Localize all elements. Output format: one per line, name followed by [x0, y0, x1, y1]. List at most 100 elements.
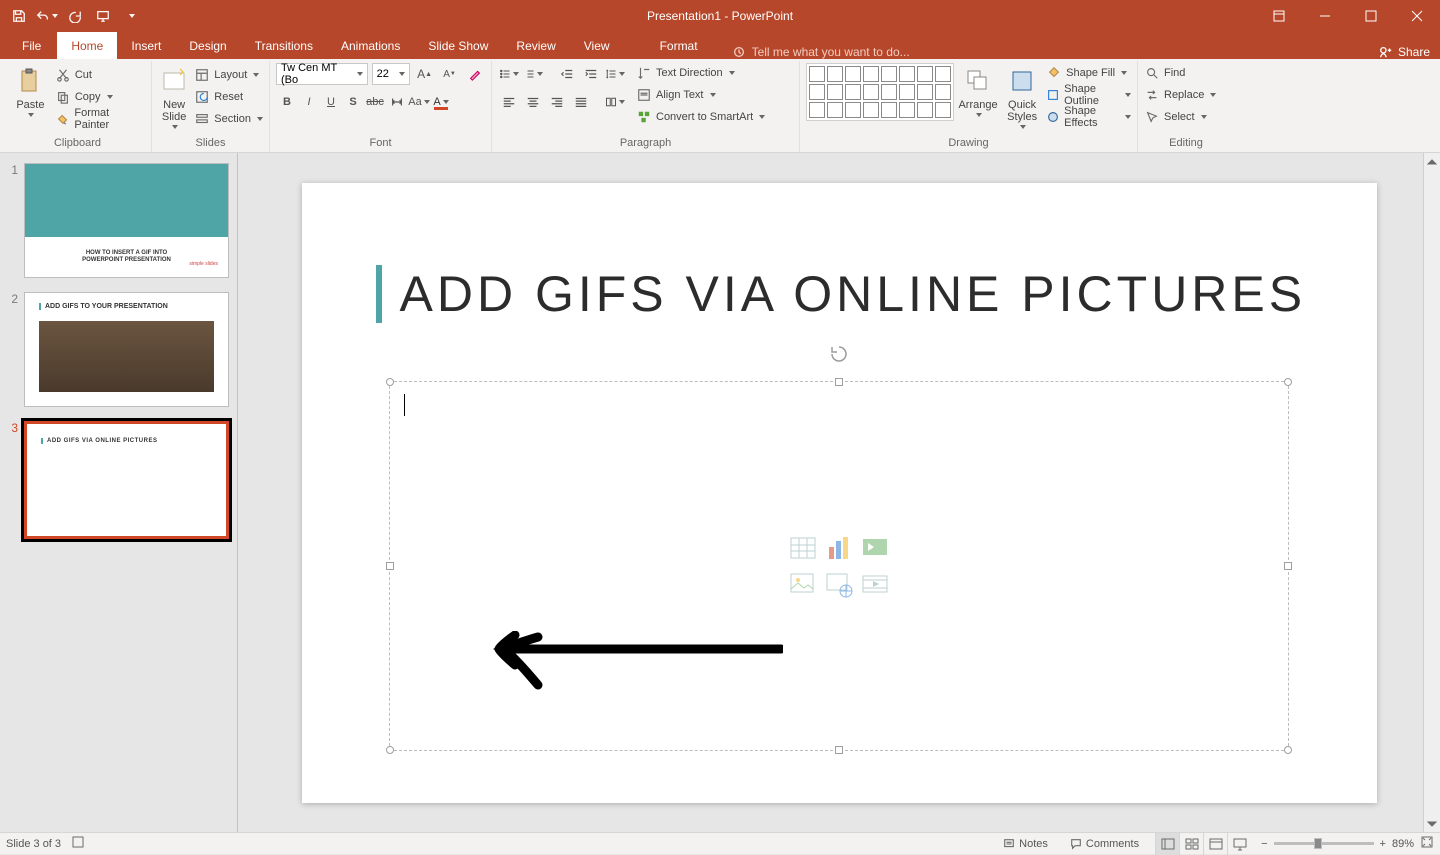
reading-view-button[interactable]: [1203, 833, 1227, 855]
insert-chart-icon[interactable]: [824, 533, 854, 563]
scroll-up-button[interactable]: [1424, 153, 1440, 170]
minimize-button[interactable]: [1302, 0, 1348, 32]
spell-check-icon[interactable]: [71, 835, 85, 852]
format-painter-button[interactable]: Format Painter: [55, 109, 145, 129]
resize-handle-s[interactable]: [835, 746, 843, 754]
resize-handle-nw[interactable]: [386, 378, 394, 386]
insert-table-icon[interactable]: [788, 533, 818, 563]
new-slide-button[interactable]: New Slide: [158, 63, 190, 129]
layout-button[interactable]: Layout: [194, 65, 263, 85]
resize-handle-ne[interactable]: [1284, 378, 1292, 386]
tab-design[interactable]: Design: [175, 32, 240, 59]
shadow-button[interactable]: S: [342, 91, 364, 113]
section-button[interactable]: Section: [194, 109, 263, 129]
numbering-button[interactable]: [522, 63, 544, 85]
tab-view[interactable]: View: [570, 32, 624, 59]
start-from-beginning-button[interactable]: [90, 3, 116, 29]
change-case-button[interactable]: Aa: [408, 91, 430, 113]
slide-editor[interactable]: ADD GIFS VIA ONLINE PICTURES: [238, 153, 1440, 832]
select-button[interactable]: Select: [1144, 107, 1216, 127]
find-button[interactable]: Find: [1144, 63, 1216, 83]
clear-formatting-button[interactable]: [464, 63, 485, 85]
bullets-button[interactable]: [498, 63, 520, 85]
increase-indent-button[interactable]: [580, 63, 602, 85]
replace-button[interactable]: Replace: [1144, 85, 1216, 105]
line-spacing-button[interactable]: [604, 63, 626, 85]
tab-format[interactable]: Format: [646, 32, 712, 59]
rotation-handle[interactable]: [829, 344, 849, 369]
shapes-gallery[interactable]: [806, 63, 954, 121]
slide-position[interactable]: Slide 3 of 3: [6, 838, 61, 850]
tab-transitions[interactable]: Transitions: [241, 32, 327, 59]
zoom-out-button[interactable]: −: [1261, 838, 1267, 850]
italic-button[interactable]: I: [298, 91, 320, 113]
convert-to-smartart-button[interactable]: Convert to SmartArt: [636, 107, 765, 127]
arrange-button[interactable]: Arrange: [958, 63, 998, 117]
copy-button[interactable]: Copy: [55, 87, 145, 107]
resize-handle-e[interactable]: [1284, 562, 1292, 570]
tab-insert[interactable]: Insert: [117, 32, 175, 59]
comments-button[interactable]: Comments: [1064, 838, 1145, 850]
vertical-scrollbar[interactable]: [1423, 153, 1440, 832]
tab-review[interactable]: Review: [502, 32, 569, 59]
qat-customize-button[interactable]: [118, 3, 144, 29]
align-center-button[interactable]: [522, 91, 544, 113]
zoom-percent[interactable]: 89%: [1392, 838, 1414, 850]
shape-effects-button[interactable]: Shape Effects: [1046, 107, 1131, 127]
slide-thumbnails-pane[interactable]: 1 HOW TO INSERT A GIF INTOPOWERPOINT PRE…: [0, 153, 238, 832]
quick-styles-button[interactable]: Quick Styles: [1002, 63, 1042, 129]
thumbnail-1[interactable]: 1 HOW TO INSERT A GIF INTOPOWERPOINT PRE…: [8, 163, 229, 278]
resize-handle-n[interactable]: [835, 378, 843, 386]
tab-file[interactable]: File: [6, 32, 57, 59]
slide-sorter-view-button[interactable]: [1179, 833, 1203, 855]
decrease-font-size-button[interactable]: A▼: [439, 63, 460, 85]
tab-home[interactable]: Home: [57, 32, 117, 59]
align-text-button[interactable]: Align Text: [636, 85, 765, 105]
reset-button[interactable]: Reset: [194, 87, 263, 107]
share-button[interactable]: Share: [1379, 45, 1430, 59]
paste-button[interactable]: Paste: [10, 63, 51, 117]
thumbnail-2[interactable]: 2 ADD GIFS TO YOUR PRESENTATION: [8, 292, 229, 407]
text-direction-button[interactable]: Text Direction: [636, 63, 765, 83]
resize-handle-w[interactable]: [386, 562, 394, 570]
slide-title-text[interactable]: ADD GIFS VIA ONLINE PICTURES: [376, 265, 1307, 323]
shape-fill-button[interactable]: Shape Fill: [1046, 63, 1131, 83]
slide-canvas[interactable]: ADD GIFS VIA ONLINE PICTURES: [302, 183, 1377, 803]
align-right-button[interactable]: [546, 91, 568, 113]
tab-slideshow[interactable]: Slide Show: [414, 32, 502, 59]
normal-view-button[interactable]: [1155, 833, 1179, 855]
redo-button[interactable]: [62, 3, 88, 29]
strikethrough-button[interactable]: abc: [364, 91, 386, 113]
shape-outline-button[interactable]: Shape Outline: [1046, 85, 1131, 105]
maximize-button[interactable]: [1348, 0, 1394, 32]
cut-button[interactable]: Cut: [55, 65, 145, 85]
scroll-down-button[interactable]: [1424, 815, 1440, 832]
insert-pictures-icon[interactable]: [788, 569, 818, 599]
ribbon-display-options-button[interactable]: [1256, 0, 1302, 32]
undo-button[interactable]: [34, 3, 60, 29]
thumbnail-3[interactable]: 3 ADD GIFS VIA ONLINE PICTURES: [8, 421, 229, 539]
zoom-in-button[interactable]: +: [1380, 838, 1386, 850]
notes-button[interactable]: Notes: [997, 838, 1054, 850]
resize-handle-se[interactable]: [1284, 746, 1292, 754]
decrease-indent-button[interactable]: [556, 63, 578, 85]
insert-smartart-icon[interactable]: [860, 533, 890, 563]
font-name-combobox[interactable]: Tw Cen MT (Bo: [276, 63, 368, 85]
font-size-combobox[interactable]: 22: [372, 63, 410, 85]
resize-handle-sw[interactable]: [386, 746, 394, 754]
tab-animations[interactable]: Animations: [327, 32, 414, 59]
justify-button[interactable]: [570, 91, 592, 113]
character-spacing-button[interactable]: [386, 91, 408, 113]
insert-online-pictures-icon[interactable]: [824, 569, 854, 599]
columns-button[interactable]: [604, 91, 626, 113]
font-color-button[interactable]: A: [430, 91, 452, 113]
underline-button[interactable]: U: [320, 91, 342, 113]
save-button[interactable]: [6, 3, 32, 29]
align-left-button[interactable]: [498, 91, 520, 113]
fit-to-window-button[interactable]: [1420, 835, 1434, 852]
close-button[interactable]: [1394, 0, 1440, 32]
zoom-slider[interactable]: [1274, 842, 1374, 845]
bold-button[interactable]: B: [276, 91, 298, 113]
insert-video-icon[interactable]: [860, 569, 890, 599]
increase-font-size-button[interactable]: A▲: [414, 63, 435, 85]
